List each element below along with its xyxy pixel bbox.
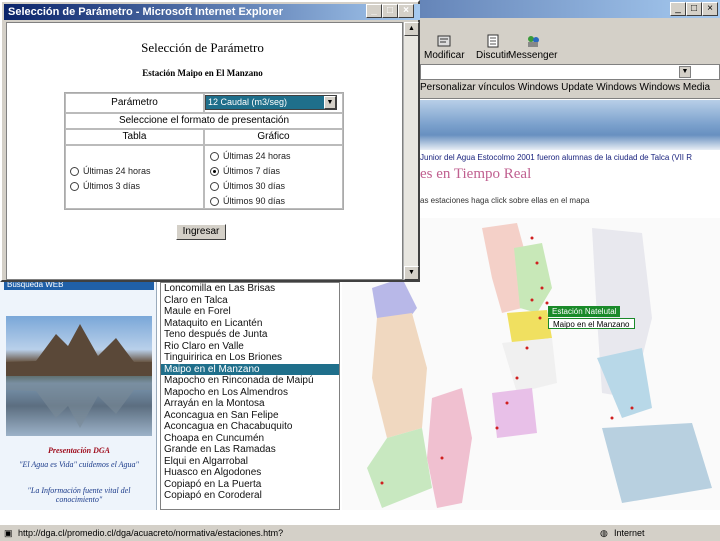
- map-region[interactable]: [602, 423, 712, 503]
- radio-chart-24h[interactable]: [210, 152, 219, 161]
- radio-table-3d[interactable]: [70, 182, 79, 191]
- address-bar[interactable]: ▼: [420, 64, 720, 80]
- station-list-item[interactable]: Maule en Forel: [161, 306, 339, 318]
- status-bar: ▣ http://dga.cl/promedio.cl/dga/acuacret…: [0, 524, 720, 540]
- toolbar-messenger-button[interactable]: Messenger: [508, 34, 557, 61]
- status-zone: Internet: [614, 528, 645, 538]
- station-list-item[interactable]: Grande en Las Ramadas: [161, 444, 339, 456]
- radio-chart-30d[interactable]: [210, 182, 219, 191]
- map-tag-station[interactable]: Estación Natelutal: [548, 306, 621, 317]
- map-tag-selected[interactable]: Maipo en el Manzano: [548, 318, 635, 329]
- table-options-cell: [65, 145, 204, 209]
- station-list-item[interactable]: Aconcagua en Chacabuquito: [161, 421, 339, 433]
- sidebar-quote-1: "El Agua es Vida" cuidemos el Agua": [19, 460, 139, 469]
- popup-heading: Selección de Parámetro: [141, 40, 264, 55]
- edit-icon: [437, 35, 451, 47]
- banner-image: [420, 100, 720, 150]
- popup-title-bar[interactable]: Selección de Parámetro - Microsoft Inter…: [4, 4, 420, 20]
- parameter-select[interactable]: 12 Caudal (m3/seg): [205, 95, 337, 110]
- address-dropdown-icon[interactable]: ▼: [679, 66, 691, 78]
- messenger-icon: [527, 36, 539, 47]
- param-label: Parámetro: [65, 93, 204, 113]
- radio-chart-7d[interactable]: [210, 167, 219, 176]
- popup-title: Selección de Parámetro - Microsoft Inter…: [8, 6, 284, 18]
- radio-label: Últimos 7 días: [223, 166, 281, 176]
- map-instructions: as estaciones haga click sobre ellas en …: [420, 196, 590, 205]
- station-list-item[interactable]: Arrayán en la Montosa: [161, 398, 339, 410]
- menu-bar: [420, 18, 720, 30]
- station-list-item[interactable]: Maipo en el Manzano: [161, 363, 339, 375]
- internet-zone-icon: ◍: [600, 528, 608, 538]
- map-region[interactable]: [492, 388, 537, 438]
- station-list-item[interactable]: Loncomilla en Las Brisas: [161, 283, 339, 295]
- toolbar-messenger-label: Messenger: [508, 50, 558, 61]
- toolbar-discuss-button[interactable]: Discutir: [476, 34, 509, 61]
- station-list-item[interactable]: Rio Claro en Valle: [161, 341, 339, 353]
- map-region[interactable]: [372, 313, 427, 438]
- radio-label: Últimas 24 horas: [83, 166, 151, 176]
- station-list-item[interactable]: Copiapó en Coroderal: [161, 490, 339, 502]
- maximize-icon[interactable]: □: [686, 2, 702, 16]
- news-ticker[interactable]: Junior del Agua Estocolmo 2001 fueron al…: [420, 153, 720, 162]
- map-region[interactable]: [507, 310, 552, 343]
- sidebar-quote-2: "La Información fuente vital del conocim…: [27, 486, 131, 504]
- map-region[interactable]: [502, 338, 557, 393]
- format-label: Seleccione el formato de presentación: [65, 113, 343, 129]
- station-list-item[interactable]: Teno después de Junta: [161, 329, 339, 341]
- submit-button[interactable]: Ingresar: [176, 224, 226, 240]
- radio-label: Últimos 30 días: [223, 181, 286, 191]
- station-list-item[interactable]: Claro en Talca: [161, 295, 339, 307]
- map-region[interactable]: [367, 428, 432, 508]
- table-column-header: Tabla: [65, 129, 204, 145]
- browser-toolbar: Modificar Discutir Messenger: [420, 30, 720, 64]
- toolbar-edit-label: Modificar: [424, 50, 465, 61]
- station-list-item[interactable]: Tinguiririca en Los Briones: [161, 352, 339, 364]
- station-list[interactable]: Loncomilla en Las Brisas Claro en Talca Ma…: [160, 282, 340, 510]
- radio-label: Últimos 3 días: [83, 181, 141, 191]
- scroll-up-icon[interactable]: ▲: [404, 22, 419, 36]
- station-list-item[interactable]: Mapocho en Los Almendros: [161, 387, 339, 399]
- radio-label: Últimas 24 horas: [223, 151, 291, 161]
- station-list-item[interactable]: Choapa en Cuncumén: [161, 433, 339, 445]
- minimize-icon[interactable]: _: [670, 2, 686, 16]
- links-bar[interactable]: Personalizar vínculos Windows Update Win…: [420, 82, 720, 96]
- station-list-item[interactable]: Elqui en Algarrobal: [161, 456, 339, 468]
- radio-label: Últimos 90 días: [223, 196, 286, 206]
- station-list-item[interactable]: Copiapó en La Puerta: [161, 479, 339, 491]
- station-list-item[interactable]: Aconcagua en San Felipe: [161, 410, 339, 422]
- popup-scrollbar[interactable]: ▲ ▼: [403, 22, 419, 280]
- landscape-photo: [6, 316, 152, 436]
- popup-close-icon[interactable]: ×: [398, 4, 414, 18]
- page-headline: es en Tiempo Real: [420, 166, 532, 182]
- toolbar-edit-button[interactable]: Modificar: [424, 34, 465, 61]
- chart-column-header: Gráfico: [204, 129, 343, 145]
- popup-minimize-icon[interactable]: _: [366, 4, 382, 18]
- radio-table-24h[interactable]: [70, 167, 79, 176]
- popup-station-name: Estación Maipo en El Manzano: [142, 68, 263, 78]
- close-icon[interactable]: ×: [702, 2, 718, 16]
- scroll-down-icon[interactable]: ▼: [404, 266, 419, 280]
- chevron-down-icon[interactable]: ▼: [324, 96, 336, 109]
- map-region[interactable]: [427, 388, 472, 508]
- status-url: http://dga.cl/promedio.cl/dga/acuacreto/…: [18, 528, 284, 538]
- page-icon: ▣: [4, 528, 13, 538]
- radio-chart-90d[interactable]: [210, 197, 219, 206]
- discuss-icon: [487, 34, 499, 48]
- mountain-image: [6, 324, 152, 428]
- station-list-item[interactable]: Mapocho en Rinconada de Maipú: [161, 375, 339, 387]
- toolbar-discuss-label: Discutir: [476, 50, 510, 61]
- sidebar-presentation-link[interactable]: Presentación DGA: [4, 446, 154, 455]
- station-list-item[interactable]: Huasco en Algodones: [161, 467, 339, 479]
- popup-maximize-icon[interactable]: □: [382, 4, 398, 18]
- station-list-item[interactable]: Mataquito en Licantén: [161, 318, 339, 330]
